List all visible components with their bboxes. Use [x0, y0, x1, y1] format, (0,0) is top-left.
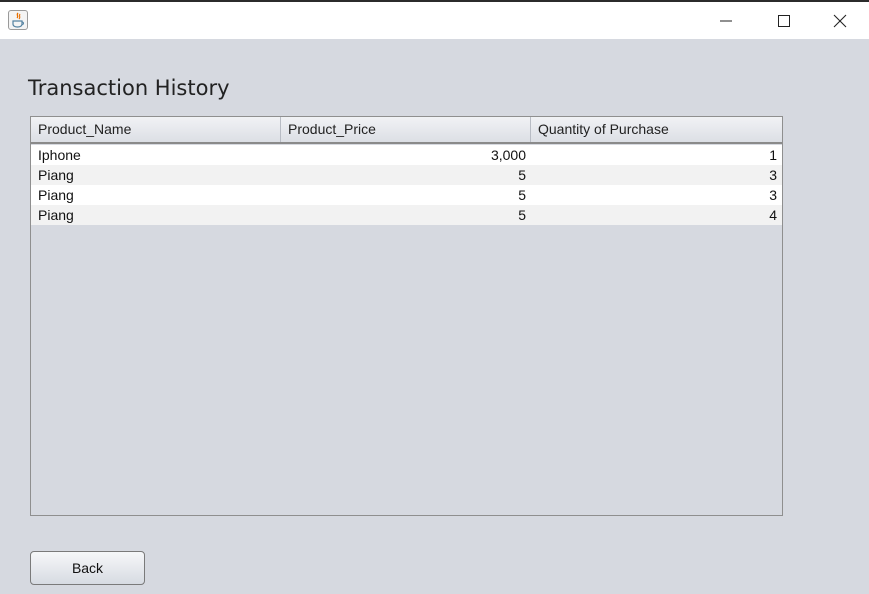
table-row[interactable]: Piang 5 3 — [31, 185, 782, 205]
table-row[interactable]: Piang 5 4 — [31, 205, 782, 225]
minimize-button[interactable] — [697, 2, 755, 39]
java-app-icon[interactable] — [8, 10, 28, 30]
table-body: Iphone 3,000 1 Piang 5 3 Piang 5 3 Piang… — [31, 145, 782, 225]
maximize-icon — [778, 14, 790, 27]
cell-quantity: 3 — [769, 187, 777, 203]
page-title: Transaction History — [28, 76, 230, 100]
maximize-button[interactable] — [755, 2, 813, 39]
table-header: Product_Name Product_Price Quantity of P… — [31, 117, 782, 144]
column-header-quantity[interactable]: Quantity of Purchase — [531, 117, 782, 142]
column-header-product-price[interactable]: Product_Price — [281, 117, 531, 142]
cell-product-name: Piang — [38, 187, 74, 203]
close-icon — [833, 14, 847, 27]
column-header-product-name[interactable]: Product_Name — [31, 117, 281, 142]
cell-product-price: 5 — [518, 187, 526, 203]
back-button[interactable]: Back — [30, 551, 145, 585]
cell-product-price: 3,000 — [490, 147, 526, 163]
cell-product-price: 5 — [518, 207, 526, 223]
title-bar — [0, 2, 869, 39]
cell-product-name: Piang — [38, 167, 74, 183]
minimize-icon — [720, 20, 732, 21]
transaction-table[interactable]: Product_Name Product_Price Quantity of P… — [30, 116, 783, 516]
table-row[interactable]: Iphone 3,000 1 — [31, 145, 782, 165]
table-row[interactable]: Piang 5 3 — [31, 165, 782, 185]
cell-quantity: 1 — [769, 147, 777, 163]
cell-product-price: 5 — [518, 167, 526, 183]
cell-quantity: 3 — [769, 167, 777, 183]
cell-product-name: Piang — [38, 207, 74, 223]
cell-quantity: 4 — [769, 207, 777, 223]
close-button[interactable] — [811, 2, 869, 39]
cell-product-name: Iphone — [38, 147, 81, 163]
